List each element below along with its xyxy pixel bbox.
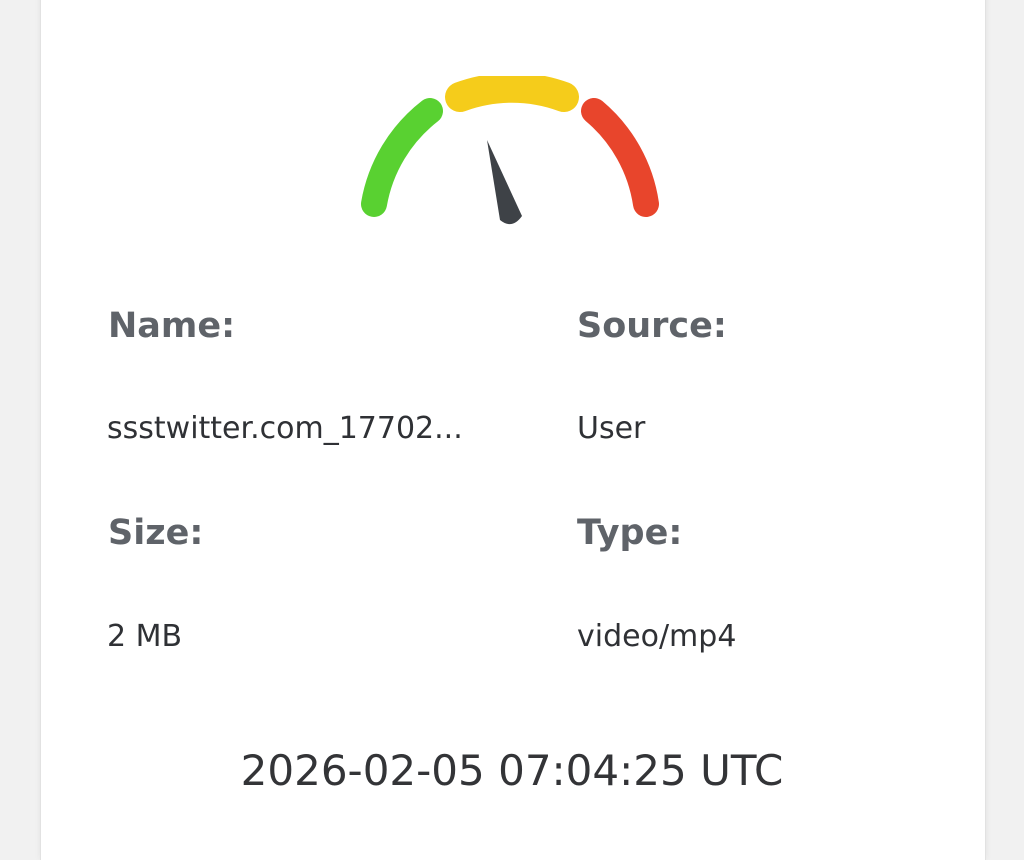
- name-value: ssstwitter.com_17702...: [107, 411, 463, 446]
- scan-timestamp: 2026-02-05 07:04:25 UTC: [240, 746, 784, 795]
- gauge-segment-high: [581, 98, 659, 217]
- risk-gauge: [361, 76, 659, 225]
- type-label: Type:: [577, 513, 683, 553]
- gauge-segment-medium: [445, 76, 579, 112]
- source-value: User: [577, 411, 646, 446]
- size-value: 2 MB: [107, 619, 183, 654]
- size-label: Size:: [108, 513, 204, 553]
- gauge-needle: [487, 140, 522, 225]
- name-label: Name:: [108, 306, 236, 346]
- gauge-segment-low: [361, 98, 443, 217]
- type-value: video/mp4: [577, 619, 737, 654]
- source-label: Source:: [577, 306, 727, 346]
